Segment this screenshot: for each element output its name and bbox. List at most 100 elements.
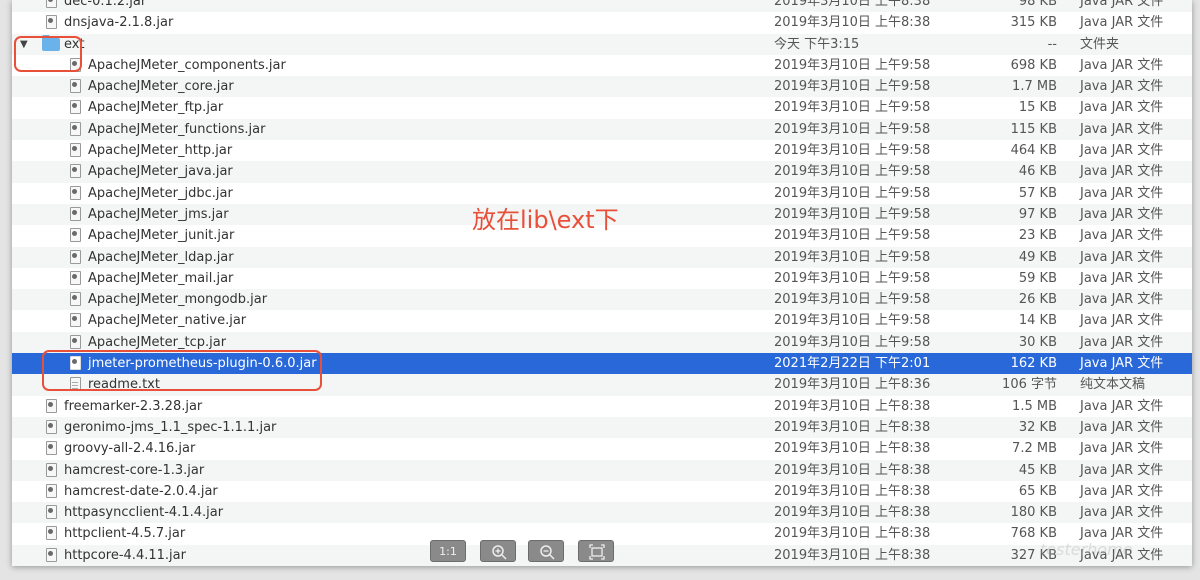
file-date: 2019年3月10日 上午8:38 bbox=[774, 483, 931, 499]
jar-file-icon bbox=[46, 462, 57, 477]
file-name: ApacheJMeter_ldap.jar bbox=[88, 249, 234, 265]
file-list[interactable]: dec-0.1.2.jar 2019年3月10日 上午8:38 98 KB Java … bbox=[12, 0, 1192, 566]
jar-file-icon bbox=[70, 143, 81, 158]
file-name: geronimo-jms_1.1_spec-1.1.1.jar bbox=[64, 419, 277, 435]
fit-to-window-button[interactable] bbox=[578, 540, 614, 562]
file-date: 2019年3月10日 上午8:38 bbox=[774, 15, 931, 31]
file-size: 315 KB bbox=[1010, 15, 1057, 31]
file-row[interactable]: ApacheJMeter_functions.jar 2019年3月10日 上午9… bbox=[12, 118, 1192, 141]
file-size: 1.5 MB bbox=[1012, 398, 1057, 414]
file-date: 2019年3月10日 上午9:58 bbox=[774, 334, 931, 350]
zoom-out-button[interactable] bbox=[528, 540, 564, 562]
file-row[interactable]: ApacheJMeter_core.jar 2019年3月10日 上午9:58 1.… bbox=[12, 76, 1192, 98]
file-name: ApacheJMeter_components.jar bbox=[88, 57, 286, 73]
actual-size-button[interactable]: 1:1 bbox=[430, 540, 466, 562]
file-kind: Java JAR 文件 bbox=[1080, 0, 1164, 9]
file-name: ApacheJMeter_mail.jar bbox=[88, 270, 234, 286]
file-date: 2019年3月10日 上午8:38 bbox=[774, 419, 931, 435]
file-date: 2019年3月10日 上午9:58 bbox=[774, 292, 931, 308]
file-size: 23 KB bbox=[1018, 228, 1057, 244]
jar-file-icon bbox=[70, 79, 81, 94]
jar-file-icon bbox=[46, 526, 57, 541]
jar-file-icon bbox=[70, 100, 81, 115]
file-date: 今天 下午3:15 bbox=[774, 36, 860, 52]
file-kind: Java JAR 文件 bbox=[1080, 79, 1164, 95]
jar-file-icon bbox=[70, 185, 81, 200]
file-row[interactable]: ApacheJMeter_http.jar 2019年3月10日 上午9:58 46… bbox=[12, 140, 1192, 161]
file-date: 2021年2月22日 下午2:01 bbox=[774, 356, 931, 372]
file-size: 14 KB bbox=[1018, 313, 1057, 329]
finder-window: dec-0.1.2.jar 2019年3月10日 上午8:38 98 KB Java … bbox=[12, 0, 1192, 566]
file-date: 2019年3月10日 上午9:58 bbox=[774, 121, 931, 137]
file-date: 2019年3月10日 上午9:58 bbox=[774, 270, 931, 286]
file-name: dec-0.1.2.jar bbox=[64, 0, 147, 9]
jar-file-icon bbox=[46, 547, 57, 562]
file-row[interactable]: ApacheJMeter_native.jar 2019年3月10日 上午9:58… bbox=[12, 310, 1192, 331]
jar-file-icon bbox=[70, 313, 81, 328]
file-size: 698 KB bbox=[1010, 57, 1057, 73]
file-date: 2019年3月10日 上午9:58 bbox=[774, 206, 931, 222]
file-kind: Java JAR 文件 bbox=[1080, 441, 1164, 457]
file-date: 2019年3月10日 上午8:38 bbox=[774, 441, 931, 457]
file-kind: Java JAR 文件 bbox=[1080, 228, 1164, 244]
jar-file-icon bbox=[70, 292, 81, 307]
file-size: 15 KB bbox=[1018, 100, 1057, 116]
file-date: 2019年3月10日 上午9:58 bbox=[774, 228, 931, 244]
file-name: hamcrest-date-2.0.4.jar bbox=[64, 483, 218, 499]
file-row[interactable]: dec-0.1.2.jar 2019年3月10日 上午8:38 98 KB Java … bbox=[12, 0, 1192, 13]
jar-file-icon bbox=[46, 441, 57, 456]
file-row[interactable]: ApacheJMeter_components.jar 2019年3月10日 上午… bbox=[12, 55, 1192, 76]
file-row[interactable]: geronimo-jms_1.1_spec-1.1.1.jar 2019年3月10… bbox=[12, 416, 1192, 439]
file-size: 26 KB bbox=[1018, 292, 1057, 308]
file-kind: Java JAR 文件 bbox=[1080, 100, 1164, 116]
file-kind: Java JAR 文件 bbox=[1080, 164, 1164, 180]
file-size: 1.7 MB bbox=[1012, 79, 1057, 95]
file-row[interactable]: ApacheJMeter_java.jar 2019年3月10日 上午9:58 46… bbox=[12, 161, 1192, 183]
folder-row[interactable]: ▼ ext 今天 下午3:15 -- 文件夹 bbox=[12, 33, 1192, 55]
file-name: hamcrest-core-1.3.jar bbox=[64, 462, 205, 478]
file-date: 2019年3月10日 上午8:38 bbox=[774, 547, 931, 563]
file-name: ApacheJMeter_core.jar bbox=[88, 79, 234, 95]
file-row[interactable]: groovy-all-2.4.16.jar 2019年3月10日 上午8:38 7.… bbox=[12, 438, 1192, 459]
file-row[interactable]: freemarker-2.3.28.jar 2019年3月10日 上午8:38 1.… bbox=[12, 396, 1192, 417]
file-name: ApacheJMeter_junit.jar bbox=[88, 228, 235, 244]
file-name: ApacheJMeter_jms.jar bbox=[88, 206, 229, 222]
file-name: ApacheJMeter_java.jar bbox=[88, 164, 233, 180]
file-kind: Java JAR 文件 bbox=[1080, 121, 1164, 137]
file-kind: Java JAR 文件 bbox=[1080, 57, 1164, 73]
zoom-in-button[interactable] bbox=[480, 540, 516, 562]
file-kind: Java JAR 文件 bbox=[1080, 270, 1164, 286]
file-row[interactable]: ApacheJMeter_mail.jar 2019年3月10日 上午9:58 59… bbox=[12, 268, 1192, 289]
file-date: 2019年3月10日 上午9:58 bbox=[774, 100, 931, 116]
file-kind: Java JAR 文件 bbox=[1080, 505, 1164, 521]
file-date: 2019年3月10日 上午8:38 bbox=[774, 526, 931, 542]
file-row[interactable]: ApacheJMeter_mongodb.jar 2019年3月10日 上午9:5… bbox=[12, 289, 1192, 311]
ext-folder-highlight bbox=[14, 36, 82, 72]
file-kind: Java JAR 文件 bbox=[1080, 249, 1164, 265]
actual-size-label: 1:1 bbox=[439, 545, 457, 558]
jar-file-icon bbox=[70, 164, 81, 179]
file-date: 2019年3月10日 上午8:36 bbox=[774, 377, 931, 393]
jar-file-icon bbox=[46, 15, 57, 30]
file-size: 180 KB bbox=[1010, 505, 1057, 521]
file-row[interactable]: httpasyncclient-4.1.4.jar 2019年3月10日 上午8:… bbox=[12, 502, 1192, 524]
file-row[interactable]: hamcrest-core-1.3.jar 2019年3月10日 上午8:38 45… bbox=[12, 459, 1192, 481]
file-row[interactable]: ApacheJMeter_ftp.jar 2019年3月10日 上午9:58 15 … bbox=[12, 97, 1192, 118]
file-row[interactable]: hamcrest-date-2.0.4.jar 2019年3月10日 上午8:38… bbox=[12, 481, 1192, 502]
file-size: 65 KB bbox=[1018, 483, 1057, 499]
file-size: 7.2 MB bbox=[1012, 441, 1057, 457]
file-name: ApacheJMeter_ftp.jar bbox=[88, 100, 224, 116]
file-row[interactable]: ApacheJMeter_ldap.jar 2019年3月10日 上午9:58 49… bbox=[12, 246, 1192, 268]
file-row[interactable]: dnsjava-2.1.8.jar 2019年3月10日 上午8:38 315 KB… bbox=[12, 12, 1192, 33]
file-size: 98 KB bbox=[1018, 0, 1057, 9]
file-size: 106 字节 bbox=[1002, 377, 1057, 393]
file-kind: 文件夹 bbox=[1080, 36, 1120, 52]
file-kind: Java JAR 文件 bbox=[1080, 15, 1164, 31]
file-name: httpasyncclient-4.1.4.jar bbox=[64, 505, 224, 521]
file-kind: Java JAR 文件 bbox=[1080, 462, 1164, 478]
file-kind: Java JAR 文件 bbox=[1080, 398, 1164, 414]
jar-file-icon bbox=[46, 505, 57, 520]
file-size: 115 KB bbox=[1010, 121, 1057, 137]
file-date: 2019年3月10日 上午9:58 bbox=[774, 164, 931, 180]
file-date: 2019年3月10日 上午9:58 bbox=[774, 249, 931, 265]
